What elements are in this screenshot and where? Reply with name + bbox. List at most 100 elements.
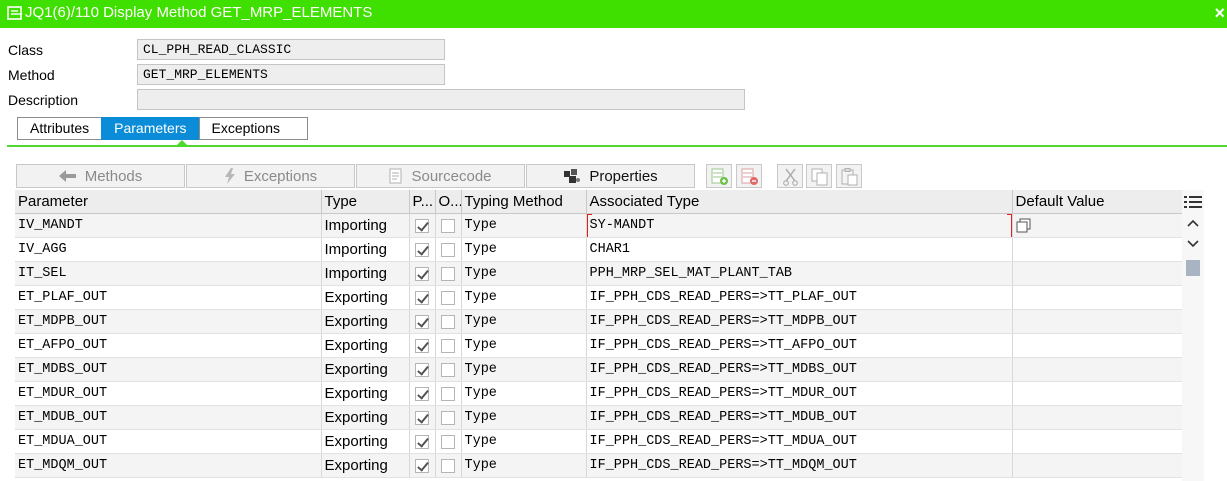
parameter-cell[interactable]: IV_AGG	[15, 237, 322, 262]
exceptions-button[interactable]: Exceptions	[186, 164, 355, 188]
associated-type-cell[interactable]: IF_PPH_CDS_READ_PERS=>TT_MDPB_OUT	[586, 309, 1013, 334]
pass-by-value-checkbox[interactable]	[415, 291, 429, 306]
col-header-type[interactable]: Type	[321, 190, 410, 214]
type-cell[interactable]: Exporting	[321, 357, 410, 382]
parameter-cell[interactable]: IT_SEL	[15, 261, 322, 286]
default-value-cell[interactable]	[1012, 309, 1183, 334]
associated-type-cell[interactable]: IF_PPH_CDS_READ_PERS=>TT_AFPO_OUT	[586, 333, 1013, 358]
type-cell[interactable]: Exporting	[321, 381, 410, 406]
associated-type-cell[interactable]: IF_PPH_CDS_READ_PERS=>TT_MDUB_OUT	[586, 405, 1013, 430]
optional-cell[interactable]	[435, 453, 462, 478]
parameter-cell[interactable]: IV_MANDT	[15, 213, 322, 238]
optional-checkbox[interactable]	[441, 267, 455, 282]
col-header-typing-method[interactable]: Typing Method	[461, 190, 587, 214]
optional-cell[interactable]	[435, 261, 462, 286]
pass-by-value-cell[interactable]	[409, 357, 436, 382]
type-cell[interactable]: Exporting	[321, 405, 410, 430]
pass-by-value-cell[interactable]	[409, 405, 436, 430]
parameter-cell[interactable]: ET_PLAF_OUT	[15, 285, 322, 310]
optional-cell[interactable]	[435, 213, 462, 238]
optional-checkbox[interactable]	[441, 459, 455, 474]
optional-checkbox[interactable]	[441, 387, 455, 402]
description-field[interactable]	[137, 89, 745, 110]
pass-by-value-checkbox[interactable]	[415, 219, 429, 234]
pass-by-value-checkbox[interactable]	[415, 411, 429, 426]
default-value-cell[interactable]	[1012, 405, 1183, 430]
pass-by-value-checkbox[interactable]	[415, 459, 429, 474]
insert-row-button[interactable]	[706, 164, 732, 188]
table-row[interactable]: IT_SEL Importing Type PPH_MRP_SEL_MAT_PLANT…	[15, 261, 1183, 286]
typing-method-cell[interactable]: Type	[461, 333, 587, 358]
properties-button[interactable]: Properties	[526, 164, 695, 188]
table-row[interactable]: ET_MDPB_OUT Exporting Type IF_PPH_CDS_READ_…	[15, 309, 1183, 334]
pass-by-value-cell[interactable]	[409, 261, 436, 286]
table-row[interactable]: ET_PLAF_OUT Exporting Type IF_PPH_CDS_READ_…	[15, 285, 1183, 310]
optional-checkbox[interactable]	[441, 363, 455, 378]
parameter-cell[interactable]: ET_MDPB_OUT	[15, 309, 322, 334]
pass-by-value-checkbox[interactable]	[415, 267, 429, 282]
methods-button[interactable]: Methods	[16, 164, 185, 188]
optional-checkbox[interactable]	[441, 291, 455, 306]
typing-method-cell[interactable]: Type	[461, 309, 587, 334]
typing-method-cell[interactable]: Type	[461, 357, 587, 382]
default-value-cell[interactable]	[1012, 237, 1183, 262]
optional-cell[interactable]	[435, 333, 462, 358]
col-header-optional[interactable]: O...	[435, 190, 462, 214]
parameter-cell[interactable]: ET_MDQM_OUT	[15, 453, 322, 478]
default-value-cell[interactable]	[1012, 453, 1183, 478]
pass-by-value-cell[interactable]	[409, 237, 436, 262]
parameter-cell[interactable]: ET_MDUB_OUT	[15, 405, 322, 430]
table-row[interactable]: ET_AFPO_OUT Exporting Type IF_PPH_CDS_READ_…	[15, 333, 1183, 358]
optional-cell[interactable]	[435, 405, 462, 430]
scrollbar-thumb[interactable]	[1186, 260, 1200, 276]
pass-by-value-cell[interactable]	[409, 333, 436, 358]
typing-method-cell[interactable]: Type	[461, 429, 587, 454]
parameter-cell[interactable]: ET_AFPO_OUT	[15, 333, 322, 358]
paste-button[interactable]	[836, 164, 862, 188]
typing-method-cell[interactable]: Type	[461, 261, 587, 286]
pass-by-value-cell[interactable]	[409, 453, 436, 478]
pass-by-value-cell[interactable]	[409, 381, 436, 406]
chevron-up-icon[interactable]	[1187, 219, 1199, 227]
optional-cell[interactable]	[435, 237, 462, 262]
type-cell[interactable]: Importing	[321, 261, 410, 286]
table-row[interactable]: IV_MANDT Importing Type SY-MANDT	[15, 213, 1183, 238]
parameter-cell[interactable]: ET_MDUA_OUT	[15, 429, 322, 454]
associated-type-cell[interactable]: CHAR1	[586, 237, 1013, 262]
pass-by-value-checkbox[interactable]	[415, 315, 429, 330]
delete-row-button[interactable]	[736, 164, 762, 188]
table-row[interactable]: ET_MDQM_OUT Exporting Type IF_PPH_CDS_READ_…	[15, 453, 1183, 478]
tab-attributes[interactable]: Attributes	[17, 117, 103, 140]
chevron-down-icon[interactable]	[1187, 240, 1199, 248]
type-cell[interactable]: Exporting	[321, 285, 410, 310]
table-row[interactable]: ET_MDUR_OUT Exporting Type IF_PPH_CDS_READ_…	[15, 381, 1183, 406]
optional-cell[interactable]	[435, 309, 462, 334]
pass-by-value-checkbox[interactable]	[415, 387, 429, 402]
optional-checkbox[interactable]	[441, 435, 455, 450]
table-row[interactable]: ET_MDUA_OUT Exporting Type IF_PPH_CDS_READ_…	[15, 429, 1183, 454]
typing-method-cell[interactable]: Type	[461, 453, 587, 478]
sourcecode-button[interactable]: Sourcecode	[356, 164, 525, 188]
pass-by-value-cell[interactable]	[409, 429, 436, 454]
optional-cell[interactable]	[435, 381, 462, 406]
type-cell[interactable]: Exporting	[321, 333, 410, 358]
optional-checkbox[interactable]	[441, 339, 455, 354]
pass-by-value-cell[interactable]	[409, 309, 436, 334]
optional-checkbox[interactable]	[441, 315, 455, 330]
pass-by-value-checkbox[interactable]	[415, 435, 429, 450]
tab-exceptions[interactable]: Exceptions	[198, 117, 308, 140]
default-value-cell[interactable]	[1012, 333, 1183, 358]
tab-parameters[interactable]: Parameters	[101, 117, 200, 140]
col-header-default-value[interactable]: Default Value	[1012, 190, 1183, 214]
optional-checkbox[interactable]	[441, 411, 455, 426]
associated-type-cell[interactable]: IF_PPH_CDS_READ_PERS=>TT_MDUR_OUT	[586, 381, 1013, 406]
optional-cell[interactable]	[435, 429, 462, 454]
optional-cell[interactable]	[435, 357, 462, 382]
type-cell[interactable]: Importing	[321, 237, 410, 262]
typing-method-cell[interactable]: Type	[461, 237, 587, 262]
default-value-cell[interactable]	[1012, 357, 1183, 382]
type-cell[interactable]: Exporting	[321, 309, 410, 334]
typing-method-cell[interactable]: Type	[461, 405, 587, 430]
optional-cell[interactable]	[435, 285, 462, 310]
associated-type-cell[interactable]: IF_PPH_CDS_READ_PERS=>TT_PLAF_OUT	[586, 285, 1013, 310]
